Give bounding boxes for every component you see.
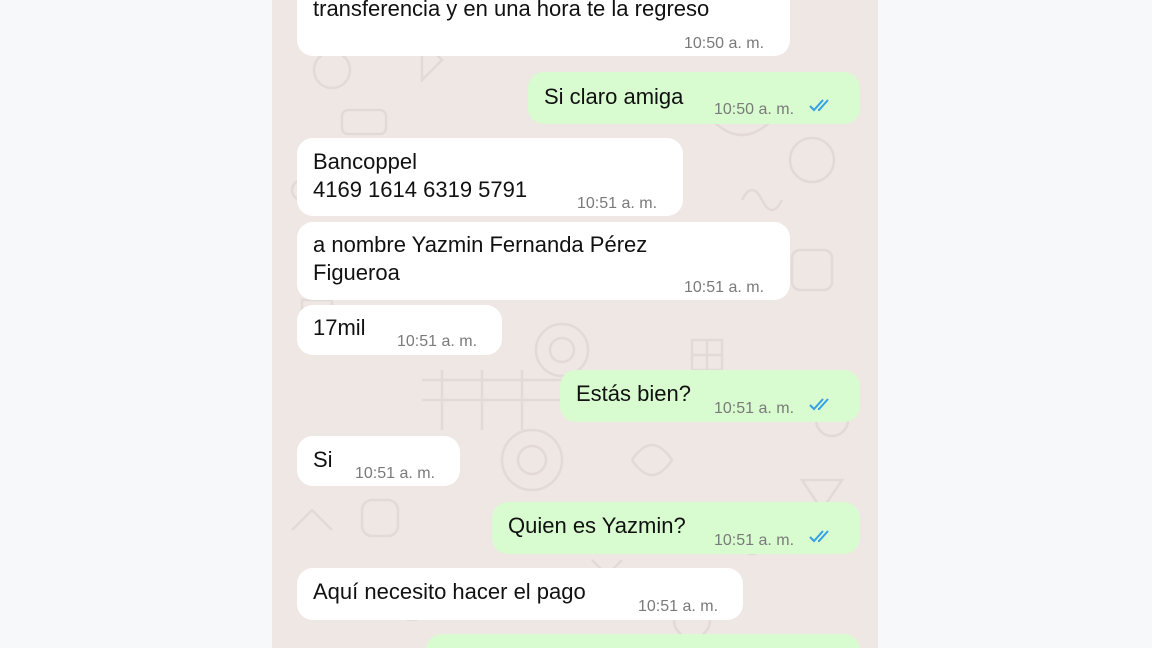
double-check-icon: [809, 398, 829, 411]
message-outgoing[interactable]: Si claro amiga 10:50 a. m.: [528, 72, 860, 124]
message-incoming[interactable]: Aquí necesito hacer el pago 10:51 a. m.: [297, 568, 743, 620]
right-backdrop: [878, 0, 1152, 648]
double-check-icon: [809, 99, 829, 112]
message-timestamp: 10:51 a. m.: [684, 279, 765, 296]
message-timestamp: 10:50 a. m.: [714, 101, 795, 118]
message-text: Estás bien?: [576, 381, 691, 406]
message-outgoing[interactable]: Estás bien? 10:51 a. m.: [560, 370, 860, 422]
message-text: Bancoppel 4169 1614 6319 5791: [313, 149, 528, 202]
message-outgoing-partial[interactable]: [426, 634, 860, 648]
message-incoming[interactable]: 17mil 10:51 a. m.: [297, 305, 502, 355]
message-text: transferencia y en una hora te la regres…: [313, 0, 710, 21]
message-outgoing[interactable]: Quien es Yazmin? 10:51 a. m.: [492, 502, 860, 554]
message-incoming[interactable]: Si 10:51 a. m.: [297, 436, 460, 486]
message-text: Si claro amiga: [544, 84, 684, 109]
message-incoming[interactable]: a nombre Yazmin Fernanda Pérez Figueroa …: [297, 222, 790, 300]
message-timestamp: 10:51 a. m.: [577, 195, 658, 212]
message-text: Aquí necesito hacer el pago: [313, 579, 586, 604]
message-timestamp: 10:51 a. m.: [714, 532, 795, 549]
message-text: 17mil: [313, 315, 366, 340]
message-text: Si: [313, 447, 333, 472]
message-text: a nombre Yazmin Fernanda Pérez Figueroa: [313, 232, 648, 285]
message-incoming[interactable]: Bancoppel 4169 1614 6319 5791 10:51 a. m…: [297, 138, 683, 216]
message-timestamp: 10:50 a. m.: [684, 35, 765, 52]
message-timestamp: 10:51 a. m.: [638, 598, 719, 615]
message-timestamp: 10:51 a. m.: [714, 400, 795, 417]
message-incoming[interactable]: transferencia y en una hora te la regres…: [297, 0, 790, 56]
left-backdrop: [0, 0, 272, 648]
message-text: Quien es Yazmin?: [508, 513, 686, 538]
double-check-icon: [809, 530, 829, 543]
message-timestamp: 10:51 a. m.: [355, 465, 436, 482]
message-timestamp: 10:51 a. m.: [397, 333, 478, 350]
chat-conversation[interactable]: transferencia y en una hora te la regres…: [272, 0, 878, 648]
